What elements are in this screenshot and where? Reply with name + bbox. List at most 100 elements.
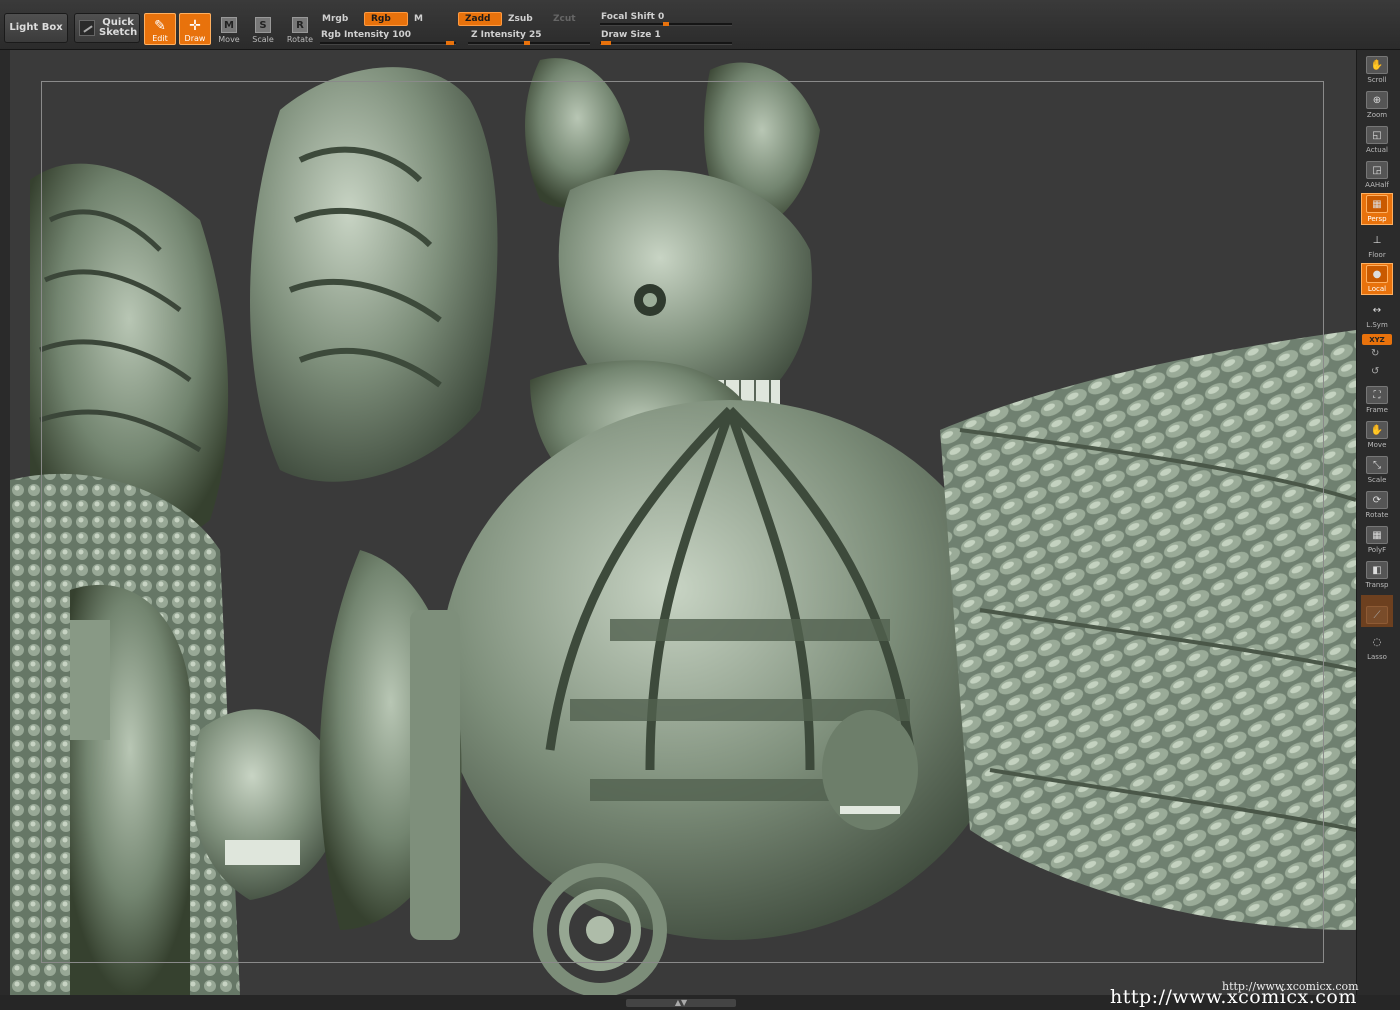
zsub-label: Zsub — [508, 14, 533, 24]
frame-icon: ⛶ — [1366, 386, 1388, 404]
aahalf-button[interactable]: ◲ AAHalf — [1361, 158, 1393, 190]
persp-label: Persp — [1367, 215, 1387, 223]
aahalf-icon: ◲ — [1366, 161, 1388, 179]
scroll-button[interactable]: ✋ Scroll — [1361, 53, 1393, 85]
right-shelf: ✋ Scroll ⊕ Zoom ◱ Actual ◲ AAHalf ▦ Pers… — [1356, 50, 1400, 995]
scale-label: Scale — [252, 35, 274, 44]
edit-button[interactable]: ✎ Edit — [144, 13, 176, 45]
move-button[interactable]: M Move — [213, 13, 245, 45]
hand-icon: ✋ — [1366, 56, 1388, 74]
lsym-button[interactable]: ↔ L.Sym — [1361, 298, 1393, 330]
transp-label: Transp — [1365, 581, 1389, 589]
draw-size-knob[interactable] — [601, 41, 611, 45]
m-label: M — [414, 14, 423, 24]
zcut-toggle[interactable]: Zcut — [547, 12, 591, 26]
transparency-icon: ◧ — [1366, 561, 1388, 579]
z-intensity-knob[interactable] — [524, 41, 530, 45]
polyframe-icon: ▦ — [1366, 526, 1388, 544]
frame-button[interactable]: ⛶ Frame — [1361, 383, 1393, 415]
z-intensity-label: Z Intensity — [471, 30, 526, 40]
persp-button[interactable]: ▦ Persp — [1361, 193, 1393, 225]
move-view-button[interactable]: ✋ Move — [1361, 418, 1393, 450]
ghost-button[interactable]: ⟋ — [1361, 595, 1393, 627]
frame-label: Frame — [1366, 406, 1388, 414]
rgb-intensity-knob[interactable] — [446, 41, 454, 45]
focal-shift-knob[interactable] — [663, 22, 669, 26]
mrgb-toggle[interactable]: Mrgb — [316, 12, 360, 26]
polyf-button[interactable]: ▦ PolyF — [1361, 523, 1393, 555]
xyz-button[interactable]: XYZ — [1362, 334, 1392, 345]
lightbox-label: Light Box — [9, 22, 63, 33]
rotate-icon: R — [292, 17, 308, 33]
transp-button[interactable]: ◧ Transp — [1361, 558, 1393, 590]
symmetry-icon: ↔ — [1372, 304, 1382, 316]
tray-toggle-handle[interactable]: ▲▼ — [626, 999, 736, 1007]
zadd-toggle[interactable]: Zadd — [458, 12, 502, 26]
scale-icon: ⤡ — [1366, 456, 1388, 474]
local-label: Local — [1367, 285, 1387, 293]
move-hand-icon: ✋ — [1366, 421, 1388, 439]
zcut-label: Zcut — [553, 14, 576, 24]
draw-size-track[interactable] — [600, 42, 732, 45]
zoom-label: Zoom — [1366, 111, 1388, 119]
quicksketch-label: Quick Sketch — [99, 18, 137, 38]
move-view-label: Move — [1367, 441, 1387, 449]
move-label: Move — [218, 35, 240, 44]
rgb-intensity-slider[interactable]: Rgb Intensity 100 — [321, 30, 411, 40]
zoom-button[interactable]: ⊕ Zoom — [1361, 88, 1393, 120]
z-intensity-value: 25 — [528, 30, 542, 40]
actual-label: Actual — [1366, 146, 1388, 154]
quicksketch-label-line2: Sketch — [99, 27, 138, 38]
z-intensity-slider[interactable]: Z Intensity 25 — [471, 30, 542, 40]
rotate-view-button[interactable]: ⟳ Rotate — [1361, 488, 1393, 520]
left-tray — [0, 50, 10, 995]
scale-icon: S — [255, 17, 271, 33]
rotate-view-icon: ⟳ — [1366, 491, 1388, 509]
edit-icon: ✎ — [154, 18, 166, 34]
lightbox-button[interactable]: Light Box — [4, 13, 68, 43]
scale-button[interactable]: S Scale — [247, 13, 279, 45]
lasso-button[interactable]: ◌ Lasso — [1361, 630, 1393, 662]
m-toggle[interactable]: M — [408, 12, 452, 26]
lasso-label: Lasso — [1367, 653, 1387, 661]
rotate-button[interactable]: R Rotate — [284, 13, 316, 45]
actual-button[interactable]: ◱ Actual — [1361, 123, 1393, 155]
rotate-label: Rotate — [286, 35, 314, 44]
rgb-intensity-value: 100 — [392, 30, 412, 40]
draw-label: Draw — [184, 34, 206, 43]
local-icon: ● — [1366, 265, 1388, 283]
move-icon: M — [221, 17, 237, 33]
floor-button[interactable]: ⊥ Floor — [1361, 228, 1393, 260]
focal-shift-value: 0 — [657, 12, 665, 22]
focal-shift-slider[interactable]: Focal Shift 0 — [601, 12, 664, 22]
draw-size-value: 1 — [654, 30, 661, 40]
canvas-viewport[interactable] — [0, 50, 1356, 995]
rotate-y-icon[interactable]: ↻ — [1371, 348, 1379, 359]
perspective-icon: ▦ — [1366, 195, 1388, 213]
scroll-label: Scroll — [1367, 76, 1387, 84]
quicksketch-icon — [79, 20, 95, 36]
zadd-label: Zadd — [465, 14, 491, 24]
scale-view-label: Scale — [1367, 476, 1387, 484]
local-button[interactable]: ● Local — [1361, 263, 1393, 295]
rgb-toggle[interactable]: Rgb — [364, 12, 408, 26]
edit-label: Edit — [152, 34, 168, 43]
rotate-view-label: Rotate — [1365, 511, 1389, 519]
aahalf-label: AAHalf — [1365, 181, 1389, 189]
scale-view-button[interactable]: ⤡ Scale — [1361, 453, 1393, 485]
quicksketch-button[interactable]: Quick Sketch — [74, 13, 140, 43]
xyz-label: XYZ — [1369, 335, 1385, 344]
top-toolbar: Light Box Quick Sketch ✎ Edit ✛ Draw M M… — [0, 0, 1400, 50]
magnifier-icon: ⊕ — [1366, 91, 1388, 109]
rgb-intensity-label: Rgb Intensity — [321, 30, 390, 40]
rgb-intensity-track[interactable] — [320, 42, 456, 45]
polyf-label: PolyF — [1367, 546, 1387, 554]
zsub-toggle[interactable]: Zsub — [502, 12, 546, 26]
draw-button[interactable]: ✛ Draw — [179, 13, 211, 45]
floor-label: Floor — [1368, 251, 1386, 259]
floor-icon: ⊥ — [1372, 234, 1382, 246]
draw-size-slider[interactable]: Draw Size 1 — [601, 30, 661, 40]
rotate-z-icon[interactable]: ↺ — [1371, 366, 1379, 377]
actual-size-icon: ◱ — [1366, 126, 1388, 144]
mrgb-label: Mrgb — [322, 14, 349, 24]
